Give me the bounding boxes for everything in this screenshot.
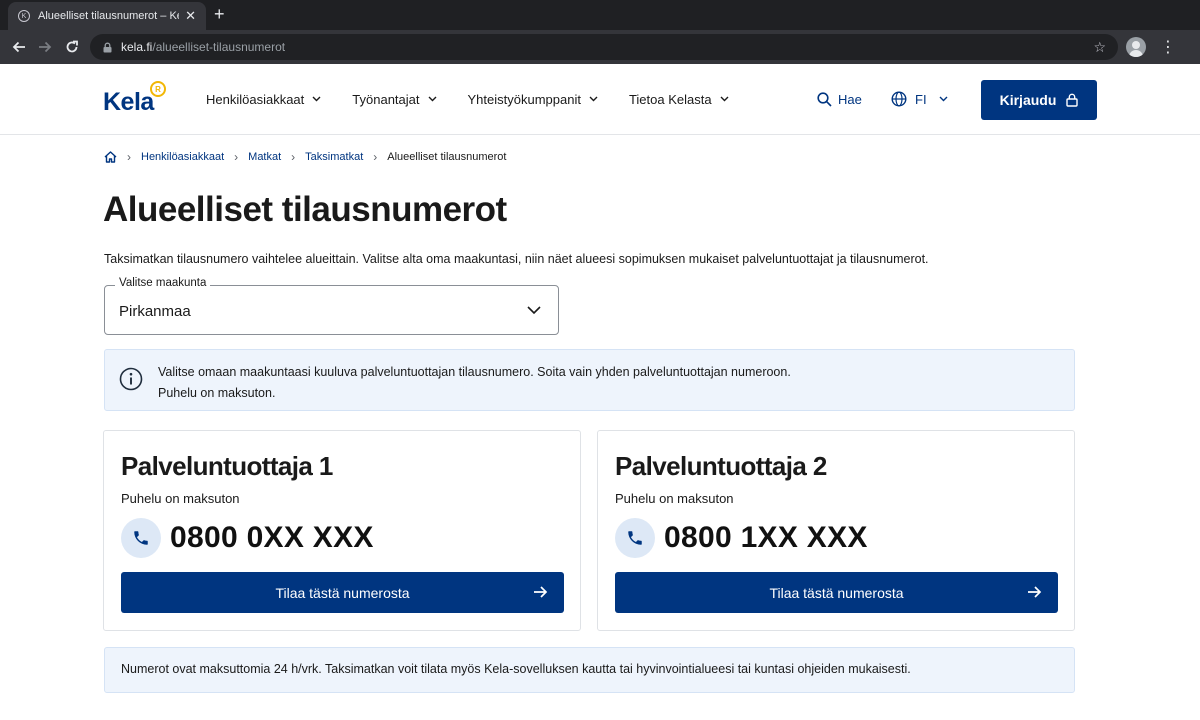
- login-button[interactable]: Kirjaudu: [981, 80, 1097, 120]
- address-bar[interactable]: kela.fi/alueelliset-tilausnumerot ☆: [90, 34, 1118, 60]
- phone-number[interactable]: 0800 0XX XXX: [170, 521, 374, 555]
- page-intro: Taksimatkan tilausnumero vaihtelee aluei…: [104, 252, 929, 266]
- language-label: FI: [915, 91, 927, 107]
- new-tab-button[interactable]: +: [214, 5, 225, 23]
- arrow-right-icon: [534, 586, 548, 598]
- breadcrumb-link-henkiloasiakkaat[interactable]: Henkilöasiakkaat: [141, 151, 224, 163]
- kebab-menu-icon[interactable]: ⋮: [1160, 30, 1176, 64]
- order-button-provider-2[interactable]: Tilaa tästä numerosta: [615, 572, 1058, 613]
- provider-card-2: Palveluntuottaja 2 Puhelu on maksuton 08…: [597, 430, 1075, 631]
- search-button[interactable]: Hae: [817, 64, 862, 134]
- order-button-label: Tilaa tästä numerosta: [275, 584, 410, 601]
- main-navigation: Henkilöasiakkaat Työnantajat Yhteistyöku…: [206, 64, 760, 134]
- site-header: Kela R Henkilöasiakkaat Työnantajat Yhte…: [0, 64, 1200, 135]
- kela-favicon-icon: K: [18, 10, 30, 22]
- region-select-value: Pirkanmaa: [119, 303, 191, 320]
- info-line-1: Valitse omaan maakuntaasi kuuluva palvel…: [158, 365, 791, 379]
- footer-note-text: Numerot ovat maksuttomia 24 h/vrk. Taksi…: [121, 662, 911, 676]
- info-notice: Valitse omaan maakuntaasi kuuluva palvel…: [104, 349, 1075, 411]
- phone-icon: [615, 518, 655, 558]
- chevron-down-icon: [428, 96, 436, 102]
- breadcrumb-separator: ›: [291, 150, 296, 164]
- provider-name: Palveluntuottaja 2: [615, 451, 827, 481]
- nav-item-label: Tietoa Kelasta: [628, 91, 712, 107]
- info-text: Valitse omaan maakuntaasi kuuluva palvel…: [158, 362, 791, 404]
- search-icon: [817, 91, 832, 107]
- provider-name: Palveluntuottaja 1: [121, 451, 333, 481]
- back-arrow-icon[interactable]: [8, 30, 30, 64]
- breadcrumb-current: Alueelliset tilausnumerot: [387, 151, 507, 163]
- nav-item-yhteistyokumppanit[interactable]: Yhteistyökumppanit: [468, 92, 598, 107]
- chevron-down-icon: [589, 96, 598, 102]
- order-button-label: Tilaa tästä numerosta: [769, 584, 904, 601]
- logo-text: Kela: [103, 88, 154, 116]
- breadcrumb-separator: ›: [127, 150, 131, 164]
- language-selector[interactable]: FI: [891, 64, 948, 134]
- breadcrumb-separator: ›: [234, 150, 239, 164]
- breadcrumb: › Henkilöasiakkaat › Matkat › Taksimatka…: [104, 150, 506, 164]
- tab-close-icon[interactable]: ✕: [185, 8, 196, 24]
- provider-note: Puhelu on maksuton: [615, 491, 734, 506]
- url-host: kela.fi: [121, 40, 153, 54]
- logo-badge: R: [150, 81, 166, 97]
- nav-item-tietoa-kelasta[interactable]: Tietoa Kelasta: [629, 92, 729, 107]
- breadcrumb-link-taksimatkat[interactable]: Taksimatkat: [305, 151, 363, 163]
- home-icon[interactable]: [104, 151, 117, 163]
- phone-icon: [121, 518, 161, 558]
- tab-title: Alueelliset tilausnumerot – Kela: [38, 10, 180, 22]
- breadcrumb-separator: ›: [373, 150, 378, 164]
- phone-number[interactable]: 0800 1XX XXX: [664, 521, 868, 555]
- nav-item-label: Yhteistyökumppanit: [467, 91, 581, 107]
- region-select-label: Valitse maakunta: [115, 277, 211, 289]
- nav-item-tyonantajat[interactable]: Työnantajat: [352, 92, 436, 107]
- browser-tab[interactable]: K Alueelliset tilausnumerot – Kela ✕: [8, 2, 206, 30]
- provider-note: Puhelu on maksuton: [121, 491, 240, 506]
- login-label: Kirjaudu: [999, 92, 1057, 108]
- profile-icon[interactable]: [1126, 37, 1146, 57]
- browser-tab-bar: K Alueelliset tilausnumerot – Kela ✕ +: [0, 0, 1200, 30]
- search-label: Hae: [838, 91, 862, 107]
- padlock-icon: [1066, 93, 1079, 107]
- globe-icon: [891, 91, 907, 107]
- chevron-down-icon: [720, 96, 729, 102]
- arrow-right-icon: [1028, 586, 1042, 598]
- lock-icon[interactable]: [102, 42, 113, 53]
- url-path: /alueelliset-tilausnumerot: [152, 40, 286, 54]
- page-title: Alueelliset tilausnumerot: [103, 190, 507, 229]
- chevron-down-icon: [527, 306, 541, 315]
- region-select[interactable]: Valitse maakunta Pirkanmaa: [104, 277, 559, 335]
- info-line-2: Puhelu on maksuton.: [158, 386, 276, 400]
- info-icon: [119, 367, 143, 391]
- forward-arrow-icon[interactable]: [34, 30, 56, 64]
- order-button-provider-1[interactable]: Tilaa tästä numerosta: [121, 572, 564, 613]
- nav-item-label: Henkilöasiakkaat: [206, 91, 305, 107]
- browser-toolbar: kela.fi/alueelliset-tilausnumerot ☆ ⋮: [0, 30, 1200, 64]
- breadcrumb-link-matkat[interactable]: Matkat: [248, 151, 281, 163]
- reload-icon[interactable]: [61, 30, 83, 64]
- chevron-down-icon: [939, 96, 948, 102]
- nav-item-henkiloasiakkaat[interactable]: Henkilöasiakkaat: [206, 92, 321, 107]
- star-icon[interactable]: ☆: [1093, 39, 1106, 56]
- provider-card-1: Palveluntuottaja 1 Puhelu on maksuton 08…: [103, 430, 581, 631]
- chevron-down-icon: [312, 96, 321, 102]
- footer-notice: Numerot ovat maksuttomia 24 h/vrk. Taksi…: [104, 647, 1075, 693]
- nav-item-label: Työnantajat: [352, 91, 420, 107]
